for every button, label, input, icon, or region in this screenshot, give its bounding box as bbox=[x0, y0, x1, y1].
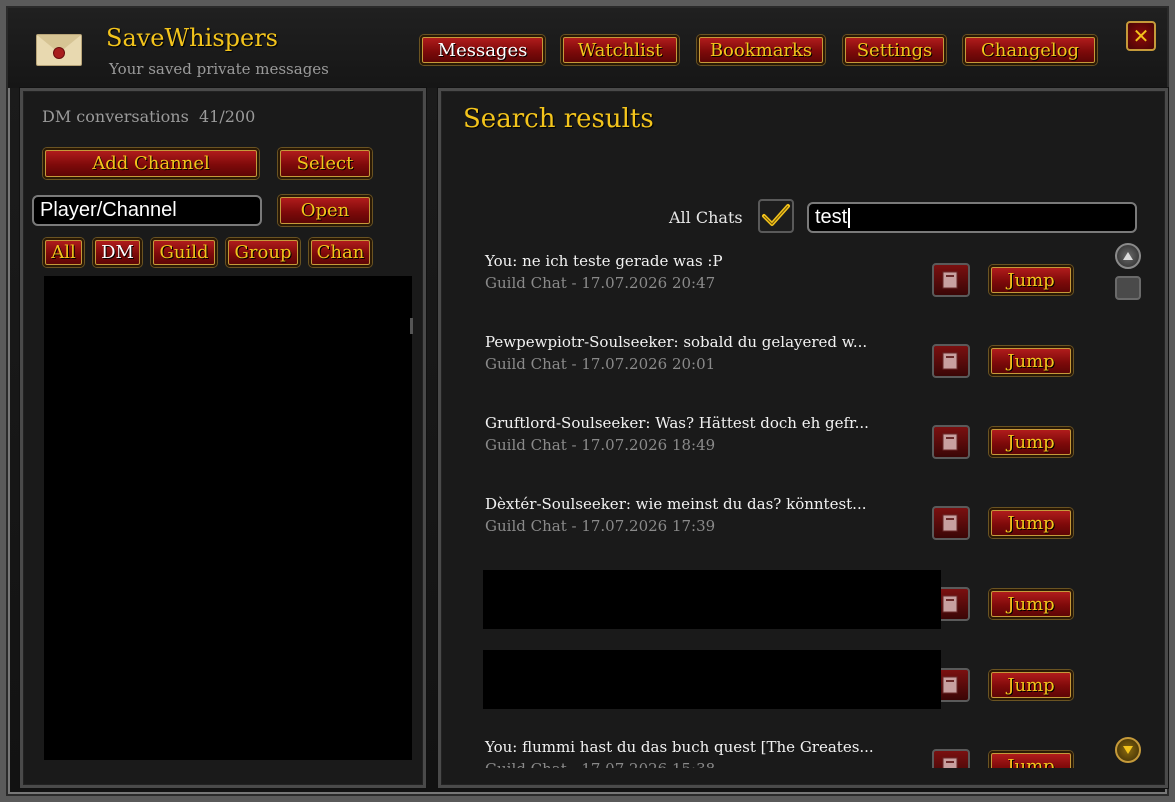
bookmark-button[interactable] bbox=[932, 749, 970, 768]
add-channel-button[interactable]: Add Channel bbox=[43, 148, 259, 179]
arrow-up-icon bbox=[1123, 252, 1133, 260]
bookmark-button[interactable] bbox=[932, 506, 970, 540]
redacted-result bbox=[483, 570, 941, 629]
bookmark-button[interactable] bbox=[932, 344, 970, 378]
jump-button[interactable]: Jump bbox=[989, 670, 1073, 700]
all-chats-label: All Chats bbox=[669, 208, 743, 227]
open-button[interactable]: Open bbox=[278, 195, 372, 226]
scroll-up-button[interactable] bbox=[1115, 243, 1141, 269]
app-title: SaveWhispers bbox=[106, 24, 278, 52]
result-message: Pewpewpiotr-Soulseeker: sobald du gelaye… bbox=[485, 333, 868, 351]
jump-button[interactable]: Jump bbox=[989, 508, 1073, 538]
filter-guild[interactable]: Guild bbox=[151, 238, 217, 267]
app-subtitle: Your saved private messages bbox=[109, 60, 329, 78]
tab-watchlist[interactable]: Watchlist bbox=[561, 35, 679, 65]
book-icon bbox=[942, 271, 958, 289]
filter-all[interactable]: All bbox=[43, 238, 84, 267]
tab-messages[interactable]: Messages bbox=[420, 35, 545, 65]
dm-count-value: 41/200 bbox=[198, 107, 256, 126]
conversation-list[interactable] bbox=[44, 276, 412, 760]
result-meta: Guild Chat - 17.07.2026 17:39 bbox=[485, 517, 716, 535]
conversation-list-scrollbar[interactable] bbox=[410, 318, 413, 334]
book-icon bbox=[942, 514, 958, 532]
book-icon bbox=[942, 757, 958, 768]
tab-bookmarks[interactable]: Bookmarks bbox=[697, 35, 825, 65]
result-meta: Guild Chat - 17.07.2026 15:38 bbox=[485, 760, 715, 768]
bookmark-button[interactable] bbox=[932, 425, 970, 459]
search-input[interactable]: test bbox=[807, 202, 1137, 233]
jump-button[interactable]: Jump bbox=[989, 427, 1073, 457]
tab-settings[interactable]: Settings bbox=[843, 35, 946, 65]
result-meta: Guild Chat - 17.07.2026 20:01 bbox=[485, 355, 716, 373]
results-scrollbar-thumb[interactable] bbox=[1115, 276, 1141, 300]
results-list: You: ne ich teste gerade was :P Guild Ch… bbox=[470, 240, 1110, 768]
jump-button[interactable]: Jump bbox=[989, 346, 1073, 376]
filter-dm[interactable]: DM bbox=[93, 238, 142, 267]
book-icon bbox=[942, 676, 958, 694]
player-channel-input[interactable]: Player/Channel bbox=[32, 195, 262, 226]
jump-button[interactable]: Jump bbox=[989, 751, 1073, 768]
result-meta: Guild Chat - 17.07.2026 20:47 bbox=[485, 274, 716, 292]
jump-button[interactable]: Jump bbox=[989, 265, 1073, 295]
dm-count-label: DM conversations 41/200 bbox=[42, 107, 256, 126]
tab-changelog[interactable]: Changelog bbox=[963, 35, 1097, 65]
select-button[interactable]: Select bbox=[278, 148, 372, 179]
filter-chan[interactable]: Chan bbox=[309, 238, 372, 267]
book-icon bbox=[942, 433, 958, 451]
result-message: You: ne ich teste gerade was :P bbox=[485, 252, 723, 270]
checkmark-icon bbox=[762, 204, 790, 226]
filter-group[interactable]: Group bbox=[226, 238, 300, 267]
result-meta: Guild Chat - 17.07.2026 18:49 bbox=[485, 436, 716, 454]
search-results-title: Search results bbox=[463, 104, 654, 134]
scroll-down-button[interactable] bbox=[1115, 737, 1141, 763]
book-icon bbox=[942, 352, 958, 370]
book-icon bbox=[942, 595, 958, 613]
close-icon: ✕ bbox=[1132, 24, 1150, 48]
bookmark-button[interactable] bbox=[932, 263, 970, 297]
close-button[interactable]: ✕ bbox=[1126, 21, 1156, 51]
result-message: You: flummi hast du das buch quest [The … bbox=[485, 738, 874, 756]
result-message: Gruftlord-Soulseeker: Was? Hättest doch … bbox=[485, 414, 869, 432]
result-message: Dèxtér-Soulseeker: wie meinst du das? kö… bbox=[485, 495, 867, 513]
redacted-result bbox=[483, 650, 941, 709]
all-chats-checkbox[interactable] bbox=[758, 199, 794, 233]
envelope-icon bbox=[36, 34, 82, 66]
jump-button[interactable]: Jump bbox=[989, 589, 1073, 619]
arrow-down-icon bbox=[1123, 746, 1133, 754]
